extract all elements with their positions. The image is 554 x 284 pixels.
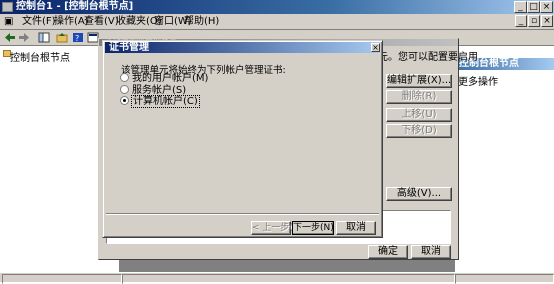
radio-icon[interactable] [120,84,129,94]
radio-my-user-account[interactable]: 我的用户帐户(M) [120,72,209,84]
back-arrow-icon[interactable] [4,32,16,43]
inner-minimize-button[interactable]: _ [515,15,527,27]
dialog-separator [106,213,379,215]
add-remove-hint: 元。您可以配置要启用 [378,52,478,63]
move-down-button[interactable]: 下移(D) [386,124,452,138]
tree-item-console-root[interactable]: 控制台根节点 [10,49,70,64]
edit-extensions-button[interactable]: 编辑扩展(X)... [386,74,452,88]
menu-view[interactable]: 查看(V) [84,16,119,28]
menu-bar: ▣ 文件(F) 操作(A) 查看(V) 收藏夹(O) 窗口(W) 帮助(H) [0,14,554,30]
close-button[interactable]: × [540,1,553,13]
radio-label: 服务帐户(S) [132,85,187,96]
certificates-dialog-title: 证书管理 [105,42,380,53]
status-cell [2,274,122,284]
move-up-button[interactable]: 上移(U) [386,108,452,122]
radio-icon[interactable] [120,72,129,82]
cancel-button[interactable]: 取消 [411,245,451,259]
radio-label: 我的用户帐户(M) [132,73,209,84]
help-icon[interactable]: ? [72,32,84,43]
minimize-button[interactable]: _ [514,1,527,13]
dialog-close-button[interactable]: × [371,43,380,52]
actions-more[interactable]: 更多操作 [458,73,498,88]
radio-service-account[interactable]: 服务帐户(S) [120,84,187,96]
radio-selected-icon[interactable] [120,95,129,105]
radio-computer-account[interactable]: 计算机帐户(C) [120,95,200,108]
status-cell [455,274,554,284]
app-icon [2,2,13,12]
advanced-button[interactable]: 高级(V)... [386,187,452,201]
inner-close-button[interactable]: × [541,15,553,27]
menu-help[interactable]: 帮助(H) [184,16,219,28]
window-title: 控制台1 - [控制台根节点] [16,1,134,12]
status-bar [0,272,554,284]
back-button[interactable]: < 上一步(B) [251,221,303,235]
maximize-button[interactable]: □ [527,1,540,13]
remove-button[interactable]: 删除(R) [386,90,452,104]
radio-label: 计算机帐户(C) [131,95,200,108]
next-button[interactable]: 下一步(N) > [292,221,344,235]
dialog-cancel-button[interactable]: 取消 [336,221,376,235]
up-level-icon[interactable] [56,32,68,43]
menu-file[interactable]: 文件(F) [22,16,56,28]
forward-arrow-icon[interactable] [18,32,30,43]
ok-button[interactable]: 确定 [368,245,408,259]
inner-restore-button[interactable]: ▫ [528,15,540,27]
app-menu-icon[interactable]: ▣ [4,16,13,28]
app-titlebar: 控制台1 - [控制台根节点] [0,0,554,14]
status-cell [122,274,455,284]
svg-text:?: ? [75,34,79,43]
show-tree-icon[interactable] [38,32,50,43]
